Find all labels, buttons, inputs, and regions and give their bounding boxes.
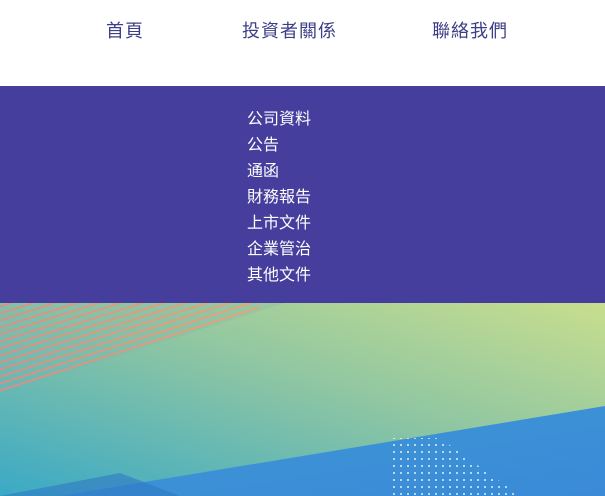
dropdown-item-listing-documents[interactable]: 上市文件 — [247, 210, 311, 236]
dropdown-item-other-documents[interactable]: 其他文件 — [247, 262, 311, 288]
hero-banner-graphic — [0, 303, 605, 496]
nav-item-home[interactable]: 首頁 — [106, 20, 144, 44]
dropdown-item-corporate-governance[interactable]: 企業管治 — [247, 236, 311, 262]
dropdown-item-circulars[interactable]: 通函 — [247, 158, 311, 184]
nav-item-investor-relations[interactable]: 投資者關係 — [242, 20, 337, 44]
dropdown-item-company-information[interactable]: 公司資料 — [247, 106, 311, 132]
dropdown-item-financial-reports[interactable]: 財務報告 — [247, 184, 311, 210]
hero-banner — [0, 303, 605, 496]
investor-relations-dropdown: 公司資料 公告 通函 財務報告 上市文件 企業管治 其他文件 — [0, 86, 605, 303]
top-navigation: 首頁 投資者關係 聯絡我們 — [0, 0, 605, 86]
page: 首頁 投資者關係 聯絡我們 公司資料 公告 通函 財務報告 上市文件 企業管治 … — [0, 0, 605, 496]
dropdown-item-announcements[interactable]: 公告 — [247, 132, 311, 158]
nav-item-contact-us[interactable]: 聯絡我們 — [432, 20, 508, 44]
dropdown-menu-list: 公司資料 公告 通函 財務報告 上市文件 企業管治 其他文件 — [247, 106, 311, 288]
